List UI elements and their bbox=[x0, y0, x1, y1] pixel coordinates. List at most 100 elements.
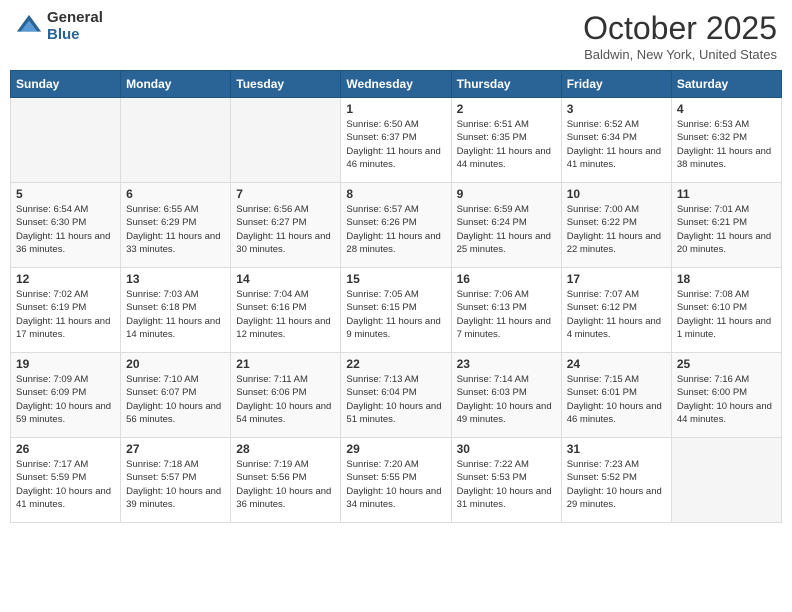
logo-text: General Blue bbox=[47, 10, 103, 43]
day-number: 7 bbox=[236, 187, 335, 201]
calendar-day-cell: 17 Sunrise: 7:07 AM Sunset: 6:12 PM Dayli… bbox=[561, 268, 671, 353]
day-info: Sunrise: 7:17 AM Sunset: 5:59 PM Dayligh… bbox=[16, 458, 115, 511]
calendar-day-header: Sunday bbox=[11, 71, 121, 98]
day-info: Sunrise: 6:55 AM Sunset: 6:29 PM Dayligh… bbox=[126, 203, 225, 256]
calendar-day-cell: 5Sunrise: 6:54 AM Sunset: 6:30 PM Daylig… bbox=[11, 183, 121, 268]
day-number: 25 bbox=[677, 357, 776, 371]
day-info: Sunrise: 7:14 AM Sunset: 6:03 PM Dayligh… bbox=[457, 373, 556, 426]
page-header: General Blue October 2025 Baldwin, New Y… bbox=[10, 10, 782, 62]
day-number: 18 bbox=[677, 272, 776, 286]
day-number: 6 bbox=[126, 187, 225, 201]
day-info: Sunrise: 7:20 AM Sunset: 5:55 PM Dayligh… bbox=[346, 458, 445, 511]
calendar-day-cell: 23 Sunrise: 7:14 AM Sunset: 6:03 PM Dayli… bbox=[451, 353, 561, 438]
calendar-day-cell: 7 Sunrise: 6:56 AM Sunset: 6:27 PM Daylig… bbox=[231, 183, 341, 268]
calendar-day-cell: 9Sunrise: 6:59 AM Sunset: 6:24 PM Daylig… bbox=[451, 183, 561, 268]
calendar-day-header: Monday bbox=[121, 71, 231, 98]
day-info: Sunrise: 6:53 AM Sunset: 6:32 PM Dayligh… bbox=[677, 118, 776, 171]
day-info: Sunrise: 7:02 AM Sunset: 6:19 PM Dayligh… bbox=[16, 288, 115, 341]
day-info: Sunrise: 7:06 AM Sunset: 6:13 PM Dayligh… bbox=[457, 288, 556, 341]
calendar-day-cell: 30 Sunrise: 7:22 AM Sunset: 5:53 PM Dayli… bbox=[451, 438, 561, 523]
day-info: Sunrise: 7:00 AM Sunset: 6:22 PM Dayligh… bbox=[567, 203, 666, 256]
logo-icon bbox=[15, 13, 43, 41]
day-number: 27 bbox=[126, 442, 225, 456]
day-info: Sunrise: 7:11 AM Sunset: 6:06 PM Dayligh… bbox=[236, 373, 335, 426]
calendar-day-cell bbox=[121, 98, 231, 183]
calendar-day-cell: 27Sunrise: 7:18 AM Sunset: 5:57 PM Dayli… bbox=[121, 438, 231, 523]
day-info: Sunrise: 7:01 AM Sunset: 6:21 PM Dayligh… bbox=[677, 203, 776, 256]
calendar-day-cell: 18 Sunrise: 7:08 AM Sunset: 6:10 PM Dayli… bbox=[671, 268, 781, 353]
calendar-day-cell bbox=[11, 98, 121, 183]
calendar-day-cell: 19 Sunrise: 7:09 AM Sunset: 6:09 PM Dayli… bbox=[11, 353, 121, 438]
logo-blue-text: Blue bbox=[47, 27, 103, 44]
calendar-day-cell: 14 Sunrise: 7:04 AM Sunset: 6:16 PM Dayli… bbox=[231, 268, 341, 353]
day-info: Sunrise: 7:16 AM Sunset: 6:00 PM Dayligh… bbox=[677, 373, 776, 426]
day-info: Sunrise: 7:23 AM Sunset: 5:52 PM Dayligh… bbox=[567, 458, 666, 511]
day-info: Sunrise: 6:56 AM Sunset: 6:27 PM Dayligh… bbox=[236, 203, 335, 256]
day-info: Sunrise: 6:52 AM Sunset: 6:34 PM Dayligh… bbox=[567, 118, 666, 171]
calendar-day-cell: 29 Sunrise: 7:20 AM Sunset: 5:55 PM Dayli… bbox=[341, 438, 451, 523]
calendar-day-cell: 28Sunrise: 7:19 AM Sunset: 5:56 PM Dayli… bbox=[231, 438, 341, 523]
calendar-week-row: 12 Sunrise: 7:02 AM Sunset: 6:19 PM Dayli… bbox=[11, 268, 782, 353]
calendar-day-cell: 16 Sunrise: 7:06 AM Sunset: 6:13 PM Dayli… bbox=[451, 268, 561, 353]
day-info: Sunrise: 6:57 AM Sunset: 6:26 PM Dayligh… bbox=[346, 203, 445, 256]
day-number: 23 bbox=[457, 357, 556, 371]
calendar-day-cell: 15Sunrise: 7:05 AM Sunset: 6:15 PM Dayli… bbox=[341, 268, 451, 353]
calendar-day-cell: 10 Sunrise: 7:00 AM Sunset: 6:22 PM Dayli… bbox=[561, 183, 671, 268]
day-number: 17 bbox=[567, 272, 666, 286]
day-info: Sunrise: 7:08 AM Sunset: 6:10 PM Dayligh… bbox=[677, 288, 776, 341]
calendar-day-cell: 6 Sunrise: 6:55 AM Sunset: 6:29 PM Daylig… bbox=[121, 183, 231, 268]
day-number: 3 bbox=[567, 102, 666, 116]
calendar-day-cell: 2 Sunrise: 6:51 AM Sunset: 6:35 PM Daylig… bbox=[451, 98, 561, 183]
day-info: Sunrise: 7:22 AM Sunset: 5:53 PM Dayligh… bbox=[457, 458, 556, 511]
day-number: 22 bbox=[346, 357, 445, 371]
calendar-day-cell: 4 Sunrise: 6:53 AM Sunset: 6:32 PM Daylig… bbox=[671, 98, 781, 183]
calendar-day-cell: 22 Sunrise: 7:13 AM Sunset: 6:04 PM Dayli… bbox=[341, 353, 451, 438]
calendar-week-row: 5Sunrise: 6:54 AM Sunset: 6:30 PM Daylig… bbox=[11, 183, 782, 268]
day-number: 14 bbox=[236, 272, 335, 286]
calendar-day-cell: 20 Sunrise: 7:10 AM Sunset: 6:07 PM Dayli… bbox=[121, 353, 231, 438]
day-number: 19 bbox=[16, 357, 115, 371]
day-number: 9 bbox=[457, 187, 556, 201]
calendar-day-header: Tuesday bbox=[231, 71, 341, 98]
day-number: 26 bbox=[16, 442, 115, 456]
day-number: 15 bbox=[346, 272, 445, 286]
calendar-day-cell: 31 Sunrise: 7:23 AM Sunset: 5:52 PM Dayli… bbox=[561, 438, 671, 523]
calendar-day-header: Friday bbox=[561, 71, 671, 98]
calendar-day-cell: 1Sunrise: 6:50 AM Sunset: 6:37 PM Daylig… bbox=[341, 98, 451, 183]
location-text: Baldwin, New York, United States bbox=[583, 47, 777, 62]
day-number: 10 bbox=[567, 187, 666, 201]
day-number: 2 bbox=[457, 102, 556, 116]
day-number: 29 bbox=[346, 442, 445, 456]
day-number: 12 bbox=[16, 272, 115, 286]
day-number: 24 bbox=[567, 357, 666, 371]
day-number: 21 bbox=[236, 357, 335, 371]
day-number: 1 bbox=[346, 102, 445, 116]
logo-general-text: General bbox=[47, 10, 103, 27]
day-info: Sunrise: 6:51 AM Sunset: 6:35 PM Dayligh… bbox=[457, 118, 556, 171]
day-number: 20 bbox=[126, 357, 225, 371]
day-info: Sunrise: 7:10 AM Sunset: 6:07 PM Dayligh… bbox=[126, 373, 225, 426]
title-block: October 2025 Baldwin, New York, United S… bbox=[583, 10, 777, 62]
day-number: 16 bbox=[457, 272, 556, 286]
day-info: Sunrise: 7:15 AM Sunset: 6:01 PM Dayligh… bbox=[567, 373, 666, 426]
calendar-day-cell: 21 Sunrise: 7:11 AM Sunset: 6:06 PM Dayli… bbox=[231, 353, 341, 438]
day-info: Sunrise: 7:07 AM Sunset: 6:12 PM Dayligh… bbox=[567, 288, 666, 341]
calendar-day-cell: 12 Sunrise: 7:02 AM Sunset: 6:19 PM Dayli… bbox=[11, 268, 121, 353]
day-number: 30 bbox=[457, 442, 556, 456]
day-number: 13 bbox=[126, 272, 225, 286]
calendar-day-cell bbox=[671, 438, 781, 523]
day-info: Sunrise: 7:13 AM Sunset: 6:04 PM Dayligh… bbox=[346, 373, 445, 426]
month-title: October 2025 bbox=[583, 10, 777, 47]
day-number: 4 bbox=[677, 102, 776, 116]
day-info: Sunrise: 7:09 AM Sunset: 6:09 PM Dayligh… bbox=[16, 373, 115, 426]
calendar-week-row: 1Sunrise: 6:50 AM Sunset: 6:37 PM Daylig… bbox=[11, 98, 782, 183]
calendar-day-cell: 26 Sunrise: 7:17 AM Sunset: 5:59 PM Dayli… bbox=[11, 438, 121, 523]
calendar-day-cell: 8Sunrise: 6:57 AM Sunset: 6:26 PM Daylig… bbox=[341, 183, 451, 268]
calendar-day-cell: 3 Sunrise: 6:52 AM Sunset: 6:34 PM Daylig… bbox=[561, 98, 671, 183]
calendar-day-header: Wednesday bbox=[341, 71, 451, 98]
calendar-day-cell: 24 Sunrise: 7:15 AM Sunset: 6:01 PM Dayli… bbox=[561, 353, 671, 438]
day-info: Sunrise: 7:04 AM Sunset: 6:16 PM Dayligh… bbox=[236, 288, 335, 341]
day-number: 5 bbox=[16, 187, 115, 201]
day-number: 31 bbox=[567, 442, 666, 456]
day-number: 28 bbox=[236, 442, 335, 456]
